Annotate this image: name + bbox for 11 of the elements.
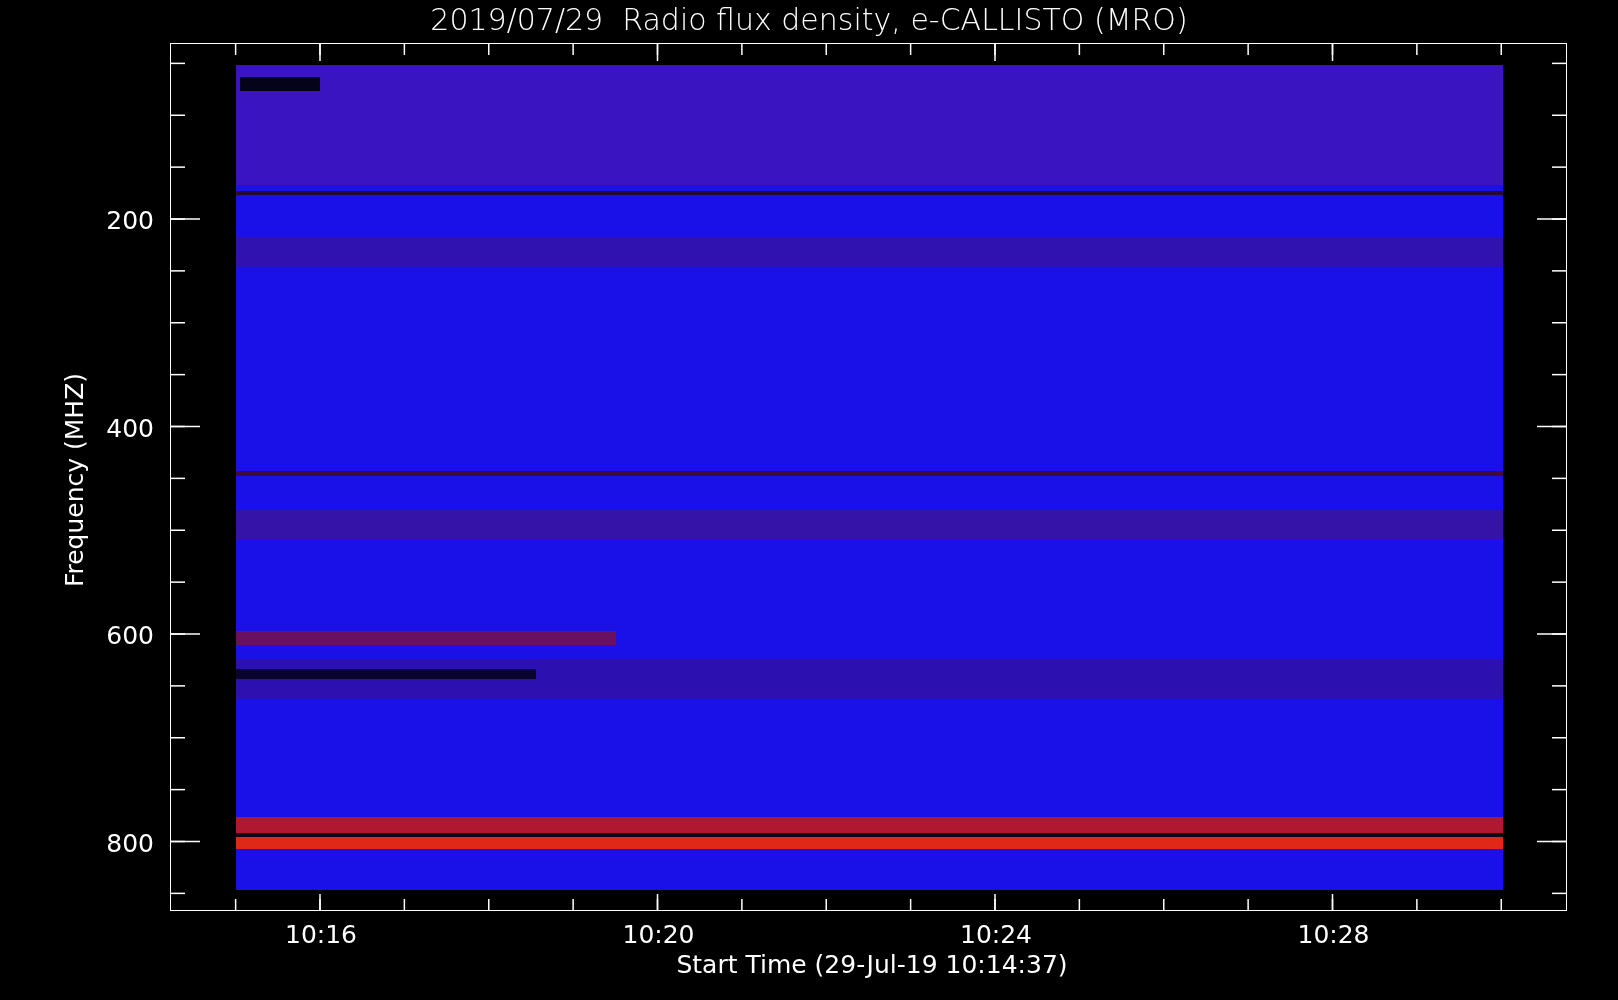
y-tick-label: 800 <box>106 828 154 857</box>
x-tick-label: 10:28 <box>1297 920 1370 949</box>
y-tick-label: 600 <box>106 620 154 650</box>
y-axis-label: Frequency (MHZ) <box>59 372 89 588</box>
x-tick-label: 10:16 <box>285 920 357 949</box>
x-tick-label: 10:20 <box>622 920 695 949</box>
y-tick-label: 400 <box>106 413 154 442</box>
y-tick-label: 200 <box>106 205 154 235</box>
x-axis-label: Start Time (29-Jul-19 10:14:37) <box>676 950 1068 979</box>
chart-title: 2019/07/29 Radio flux density, e-CALLISTO (MRO) <box>429 2 1189 37</box>
x-tick-label: 10:24 <box>960 920 1032 949</box>
